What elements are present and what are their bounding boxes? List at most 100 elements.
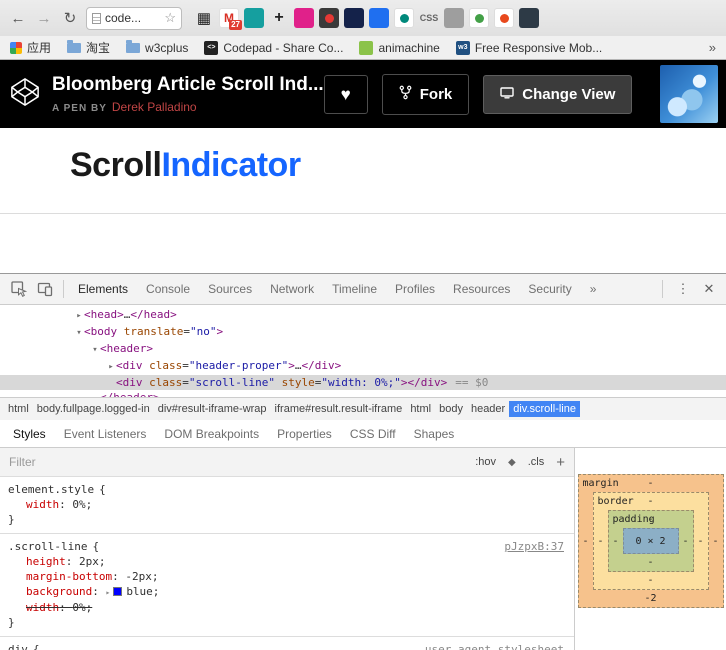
collapsed-arrow-icon[interactable]: ▸ bbox=[74, 309, 84, 324]
tab-properties[interactable]: Properties bbox=[268, 427, 341, 441]
tab-event-listeners[interactable]: Event Listeners bbox=[55, 427, 156, 441]
margin-left-value[interactable]: - bbox=[579, 492, 593, 590]
declaration-overridden[interactable]: width: 0%; bbox=[0, 600, 574, 615]
expanded-arrow-icon[interactable]: ▾ bbox=[74, 326, 84, 341]
bookmarks-overflow-icon[interactable]: » bbox=[709, 40, 716, 55]
declaration[interactable]: background: ▸ blue; bbox=[0, 584, 574, 600]
tree-row-scroll-line-selected[interactable]: <div class="scroll-line" style="width: 0… bbox=[0, 375, 726, 390]
padding-left-value[interactable]: - bbox=[609, 528, 623, 554]
expanded-arrow-icon[interactable]: ▾ bbox=[90, 343, 100, 358]
declaration[interactable]: height: 2px; bbox=[0, 554, 574, 569]
fork-button[interactable]: Fork bbox=[381, 73, 470, 115]
stylesheet-source-link[interactable]: pJzpxB:37 bbox=[504, 539, 574, 554]
border-right-value[interactable]: - bbox=[694, 510, 708, 572]
border-left-value[interactable]: - bbox=[594, 510, 608, 572]
new-style-rule-icon[interactable]: + bbox=[556, 454, 565, 471]
padding-bottom-value[interactable]: - bbox=[609, 557, 693, 568]
crumb-result-iframe[interactable]: iframe#result.result-iframe bbox=[271, 401, 407, 417]
tab-profiles[interactable]: Profiles bbox=[386, 274, 444, 304]
qr-extension-icon[interactable]: ▦ bbox=[194, 8, 214, 28]
green-dot-extension-icon[interactable] bbox=[469, 8, 489, 28]
avatar[interactable] bbox=[660, 65, 719, 123]
tree-row-header-proper[interactable]: ▸ <div class="header-proper">…</div> bbox=[0, 358, 726, 375]
toggle-class-button[interactable]: .cls bbox=[528, 456, 545, 468]
box-model-border[interactable]: border - - padding - - 0 × 2 - - - - bbox=[592, 492, 709, 590]
gray-extension-icon[interactable] bbox=[444, 8, 464, 28]
tab-css-diff[interactable]: CSS Diff bbox=[341, 427, 405, 441]
bookmark-star-icon[interactable]: ☆ bbox=[164, 10, 176, 26]
element-state-icon[interactable]: ◆ bbox=[508, 457, 516, 468]
css-extension-icon[interactable]: CSS bbox=[419, 8, 439, 28]
crumb-html[interactable]: html bbox=[4, 401, 33, 417]
tab-console[interactable]: Console bbox=[137, 274, 199, 304]
tab-shapes[interactable]: Shapes bbox=[405, 427, 464, 441]
tab-network[interactable]: Network bbox=[261, 274, 323, 304]
bookmark-free-responsive[interactable]: w3 Free Responsive Mob... bbox=[455, 40, 602, 55]
teal-extension-icon[interactable] bbox=[244, 8, 264, 28]
navy-extension-icon[interactable] bbox=[344, 8, 364, 28]
tab-styles[interactable]: Styles bbox=[4, 427, 55, 441]
w3-icon: w3 bbox=[455, 40, 470, 55]
crumb-header[interactable]: header bbox=[467, 401, 509, 417]
crumb-scroll-line[interactable]: div.scroll-line bbox=[509, 401, 580, 417]
crumb-result-iframe-wrap[interactable]: div#result-iframe-wrap bbox=[154, 401, 271, 417]
devtools-close-icon[interactable]: ✕ bbox=[698, 281, 720, 297]
codepen-logo-icon[interactable] bbox=[10, 77, 40, 112]
box-model-padding[interactable]: padding - - 0 × 2 - - bbox=[607, 510, 694, 572]
love-button[interactable]: ♥ bbox=[323, 74, 368, 114]
margin-right-value[interactable]: - bbox=[709, 492, 723, 590]
tree-row-header[interactable]: ▾ <header> bbox=[0, 341, 726, 358]
pink-extension-icon[interactable] bbox=[294, 8, 314, 28]
dark-red-dot-extension-icon[interactable] bbox=[319, 8, 339, 28]
address-text[interactable]: code... bbox=[105, 11, 160, 25]
declaration[interactable]: width: 0%; bbox=[0, 497, 574, 512]
reload-icon[interactable]: ↻ bbox=[60, 9, 80, 27]
tab-security[interactable]: Security bbox=[519, 274, 580, 304]
box-model-margin[interactable]: margin- - border- - padding- - 0 × 2 bbox=[577, 474, 724, 608]
tabs-overflow-icon[interactable]: » bbox=[581, 274, 606, 304]
tree-row-body[interactable]: ▾ <body translate="no"> bbox=[0, 324, 726, 341]
bookmark-apps[interactable]: 应用 bbox=[10, 39, 51, 56]
tree-row-head[interactable]: ▸ <head>…</head> bbox=[0, 307, 726, 324]
tab-resources[interactable]: Resources bbox=[444, 274, 519, 304]
collapsed-arrow-icon[interactable]: ▸ bbox=[106, 360, 116, 375]
gmail-extension-icon[interactable]: M 27 bbox=[219, 8, 242, 30]
shorthand-expander-icon[interactable]: ▸ bbox=[105, 588, 110, 597]
folder-icon bbox=[126, 39, 141, 53]
bookmark-taobao[interactable]: 淘宝 bbox=[67, 39, 110, 56]
orange-dot-extension-icon[interactable] bbox=[494, 8, 514, 28]
crumb-inner-body[interactable]: body bbox=[435, 401, 467, 417]
styles-filter-bar: :hov ◆ .cls + bbox=[0, 448, 574, 477]
crumb-inner-html[interactable]: html bbox=[406, 401, 435, 417]
margin-bottom-value[interactable]: -2 bbox=[579, 593, 723, 604]
tab-elements[interactable]: Elements bbox=[69, 274, 137, 304]
tab-timeline[interactable]: Timeline bbox=[323, 274, 386, 304]
bookmark-animachine[interactable]: animachine bbox=[359, 40, 440, 55]
forward-icon[interactable]: → bbox=[34, 10, 54, 27]
color-swatch[interactable] bbox=[113, 587, 123, 596]
dark-extension-icon[interactable] bbox=[519, 8, 539, 28]
bookmark-w3cplus[interactable]: w3cplus bbox=[126, 39, 188, 55]
bookmark-codepad[interactable]: <> Codepad - Share Co... bbox=[204, 40, 343, 55]
change-view-button[interactable]: Change View bbox=[483, 74, 633, 114]
folder-icon bbox=[67, 39, 82, 53]
back-icon[interactable]: ← bbox=[8, 10, 28, 27]
devtools-menu-icon[interactable]: ⋮ bbox=[672, 281, 694, 297]
box-model-content[interactable]: 0 × 2 bbox=[622, 528, 679, 554]
device-toolbar-icon[interactable] bbox=[32, 276, 58, 302]
sidebar-tabs: Styles Event Listeners DOM Breakpoints P… bbox=[0, 420, 726, 448]
tab-sources[interactable]: Sources bbox=[199, 274, 261, 304]
address-bar[interactable]: code... ☆ bbox=[86, 6, 182, 30]
inspect-element-icon[interactable] bbox=[6, 276, 32, 302]
border-bottom-value[interactable]: - bbox=[594, 575, 708, 586]
tab-dom-breakpoints[interactable]: DOM Breakpoints bbox=[155, 427, 268, 441]
declaration[interactable]: margin-bottom: -2px; bbox=[0, 569, 574, 584]
styles-filter-input[interactable] bbox=[9, 455, 209, 469]
blue-extension-icon[interactable] bbox=[369, 8, 389, 28]
teal-dot-extension-icon[interactable] bbox=[394, 8, 414, 28]
padding-right-value[interactable]: - bbox=[679, 528, 693, 554]
crumb-body[interactable]: body.fullpage.logged-in bbox=[33, 401, 154, 417]
author-link[interactable]: Derek Palladino bbox=[112, 100, 197, 114]
toggle-hover-state-button[interactable]: :hov bbox=[475, 456, 496, 468]
cross-extension-icon[interactable]: + bbox=[269, 8, 289, 28]
